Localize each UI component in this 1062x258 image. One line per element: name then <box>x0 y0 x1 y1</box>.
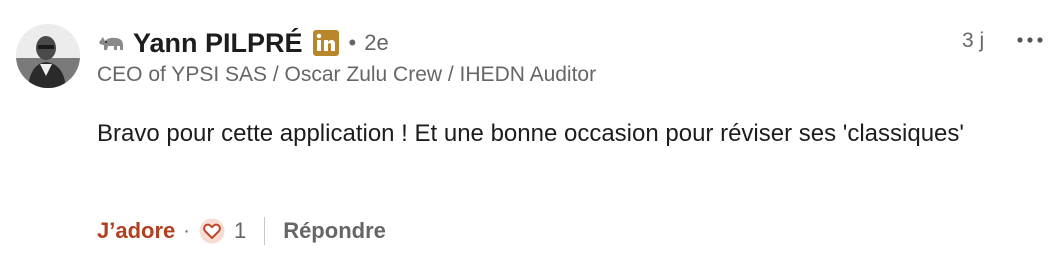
author-name[interactable]: Yann PILPRÉ <box>133 28 303 59</box>
reply-button[interactable]: Répondre <box>283 218 386 244</box>
author-headline: CEO of YPSI SAS / Oscar Zulu Crew / IHED… <box>97 63 597 86</box>
comment-header: Yann PILPRÉ • 2e <box>97 24 389 62</box>
degree-separator: • <box>348 30 357 55</box>
comment-actions: J’adore · 1 Répondre <box>97 214 386 248</box>
actions-separator: · <box>183 219 190 242</box>
connection-degree: 2e <box>364 30 389 55</box>
rhino-icon <box>97 32 125 54</box>
comment-card: Yann PILPRÉ • 2e CEO of YPSI SAS / Oscar… <box>0 0 1062 258</box>
author-avatar[interactable] <box>16 24 80 88</box>
more-options-button[interactable] <box>1014 26 1046 54</box>
comment-text: Bravo pour cette application ! Et une bo… <box>97 120 964 147</box>
heart-reaction-icon[interactable] <box>198 217 226 245</box>
more-horizontal-icon <box>1014 37 1046 58</box>
like-button[interactable]: J’adore <box>97 218 175 244</box>
linkedin-premium-icon[interactable] <box>312 30 339 56</box>
comment-timestamp: 3 j <box>962 29 985 52</box>
actions-divider <box>264 217 266 245</box>
reaction-count[interactable]: 1 <box>234 218 246 244</box>
